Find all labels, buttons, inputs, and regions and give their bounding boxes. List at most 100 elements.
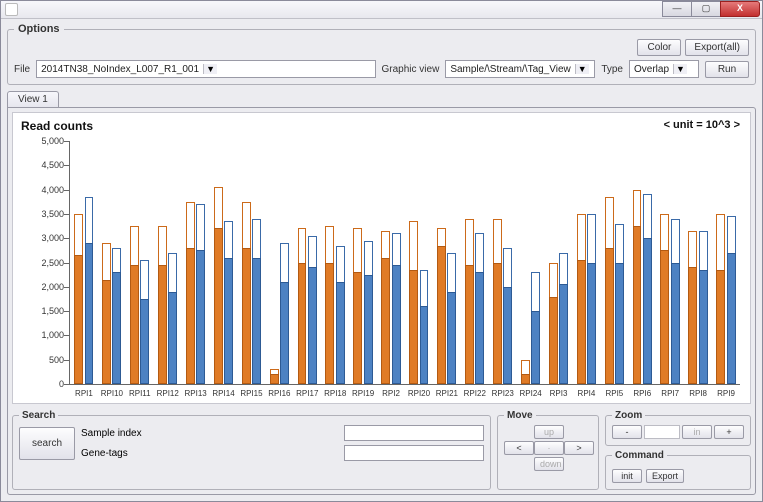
export-all-button[interactable]: Export(all) (685, 39, 749, 56)
bar-filled (364, 275, 373, 384)
bar-filled (465, 265, 474, 384)
y-tick-label: 2,500 (41, 258, 70, 268)
bar-group: RPI3 (545, 141, 573, 384)
tab-panel: Read counts < unit = 10^3 > 05001,0001,5… (7, 107, 756, 495)
bar-group: RPI22 (461, 141, 489, 384)
zoom-out-button[interactable]: - (612, 425, 642, 439)
sample-index-label: Sample index (81, 428, 338, 439)
init-button[interactable]: init (612, 469, 642, 483)
bar-filled (140, 299, 149, 384)
bar-group: RPI15 (238, 141, 266, 384)
zoom-in-button[interactable]: + (714, 425, 744, 439)
type-label: Type (601, 64, 623, 75)
move-left-button[interactable]: < (504, 441, 534, 455)
bottom-panels: Search Sample index search Gene-tags Mov… (12, 410, 751, 490)
file-combo[interactable]: 2014TN38_NoIndex_L007_R1_001 ▼ (36, 60, 375, 78)
options-panel: Options Color Export(all) File 2014TN38_… (7, 23, 756, 85)
chart-area: Read counts < unit = 10^3 > 05001,0001,5… (12, 112, 751, 404)
y-tick-label: 500 (49, 355, 70, 365)
bar-group: RPI20 (405, 141, 433, 384)
run-button[interactable]: Run (705, 61, 749, 78)
bar-filled (102, 280, 111, 384)
move-panel: Move up < · > down (497, 410, 599, 490)
command-panel: Command init Export (605, 450, 751, 490)
bar-filled (74, 255, 83, 384)
move-up-button[interactable]: up (534, 425, 564, 439)
search-legend: Search (19, 410, 58, 421)
bar-filled (437, 246, 446, 385)
titlebar: — ▢ X (1, 1, 762, 19)
bar-filled (503, 287, 512, 384)
bar-filled (158, 265, 167, 384)
bar-filled (587, 263, 596, 385)
chart-unit: < unit = 10^3 > (664, 119, 740, 131)
bar-filled (716, 270, 725, 384)
move-right-button[interactable]: > (564, 441, 594, 455)
bar-filled (727, 253, 736, 384)
move-center-button[interactable]: · (534, 441, 564, 455)
chart-title: Read counts (21, 119, 742, 133)
bar-filled (112, 272, 121, 384)
file-combo-value: 2014TN38_NoIndex_L007_R1_001 (37, 64, 203, 75)
x-tick-label: RPI9 (712, 389, 740, 398)
color-button[interactable]: Color (637, 39, 681, 56)
bar-filled (475, 272, 484, 384)
bar-group: RPI18 (321, 141, 349, 384)
sample-index-input[interactable] (344, 425, 484, 441)
bar-filled (577, 260, 586, 384)
bar-group: RPI4 (573, 141, 601, 384)
x-tick-label: RPI17 (293, 389, 321, 398)
graphic-view-label: Graphic view (382, 64, 440, 75)
bar-filled (85, 243, 94, 384)
app-body: Options Color Export(all) File 2014TN38_… (1, 19, 762, 499)
y-tick-label: 3,500 (41, 209, 70, 219)
type-combo[interactable]: Overlap ▼ (629, 60, 699, 78)
gene-tags-input[interactable] (344, 445, 484, 461)
bar-group: RPI17 (293, 141, 321, 384)
close-button[interactable]: X (720, 1, 760, 17)
x-tick-label: RPI19 (349, 389, 377, 398)
bar-filled (130, 265, 139, 384)
bar-group: RPI10 (98, 141, 126, 384)
zoom-field[interactable] (644, 425, 680, 439)
bar-filled (447, 292, 456, 384)
move-legend: Move (504, 410, 536, 421)
y-tick-label: 0 (59, 379, 70, 389)
x-tick-label: RPI20 (405, 389, 433, 398)
x-tick-label: RPI7 (656, 389, 684, 398)
minimize-button[interactable]: — (662, 1, 692, 17)
bar-filled (196, 250, 205, 384)
y-tick-label: 1,000 (41, 330, 70, 340)
x-tick-label: RPI11 (126, 389, 154, 398)
x-tick-label: RPI5 (600, 389, 628, 398)
bar-group: RPI14 (210, 141, 238, 384)
bar-group: RPI13 (182, 141, 210, 384)
move-down-button[interactable]: down (534, 457, 564, 471)
options-legend: Options (14, 23, 64, 35)
bar-filled (531, 311, 540, 384)
bar-filled (671, 263, 680, 385)
bar-group: RPI5 (600, 141, 628, 384)
export-button[interactable]: Export (646, 469, 684, 483)
search-button[interactable]: search (19, 427, 75, 460)
options-row: File 2014TN38_NoIndex_L007_R1_001 ▼ Grap… (14, 60, 749, 78)
java-icon (5, 3, 18, 16)
bar-group: RPI2 (377, 141, 405, 384)
bar-group: RPI19 (349, 141, 377, 384)
chevron-down-icon: ▼ (575, 64, 589, 74)
maximize-button[interactable]: ▢ (691, 1, 721, 17)
options-top-row: Color Export(all) (14, 39, 749, 56)
tabstrip: View 1 Read counts < unit = 10^3 > 0 500 1… (7, 91, 756, 495)
search-panel: Search Sample index search Gene-tags (12, 410, 491, 490)
tab-view1[interactable]: View 1 (7, 91, 59, 107)
bar-group: RPI23 (489, 141, 517, 384)
graphic-view-combo[interactable]: Sample/\Stream/\Tag_View ▼ (445, 60, 595, 78)
x-tick-label: RPI3 (545, 389, 573, 398)
bar-group: RPI24 (517, 141, 545, 384)
chevron-down-icon: ▼ (203, 64, 217, 74)
x-tick-label: RPI13 (182, 389, 210, 398)
x-tick-label: RPI10 (98, 389, 126, 398)
command-legend: Command (612, 450, 667, 461)
bar-filled (325, 263, 334, 385)
bar-group: RPI9 (712, 141, 740, 384)
